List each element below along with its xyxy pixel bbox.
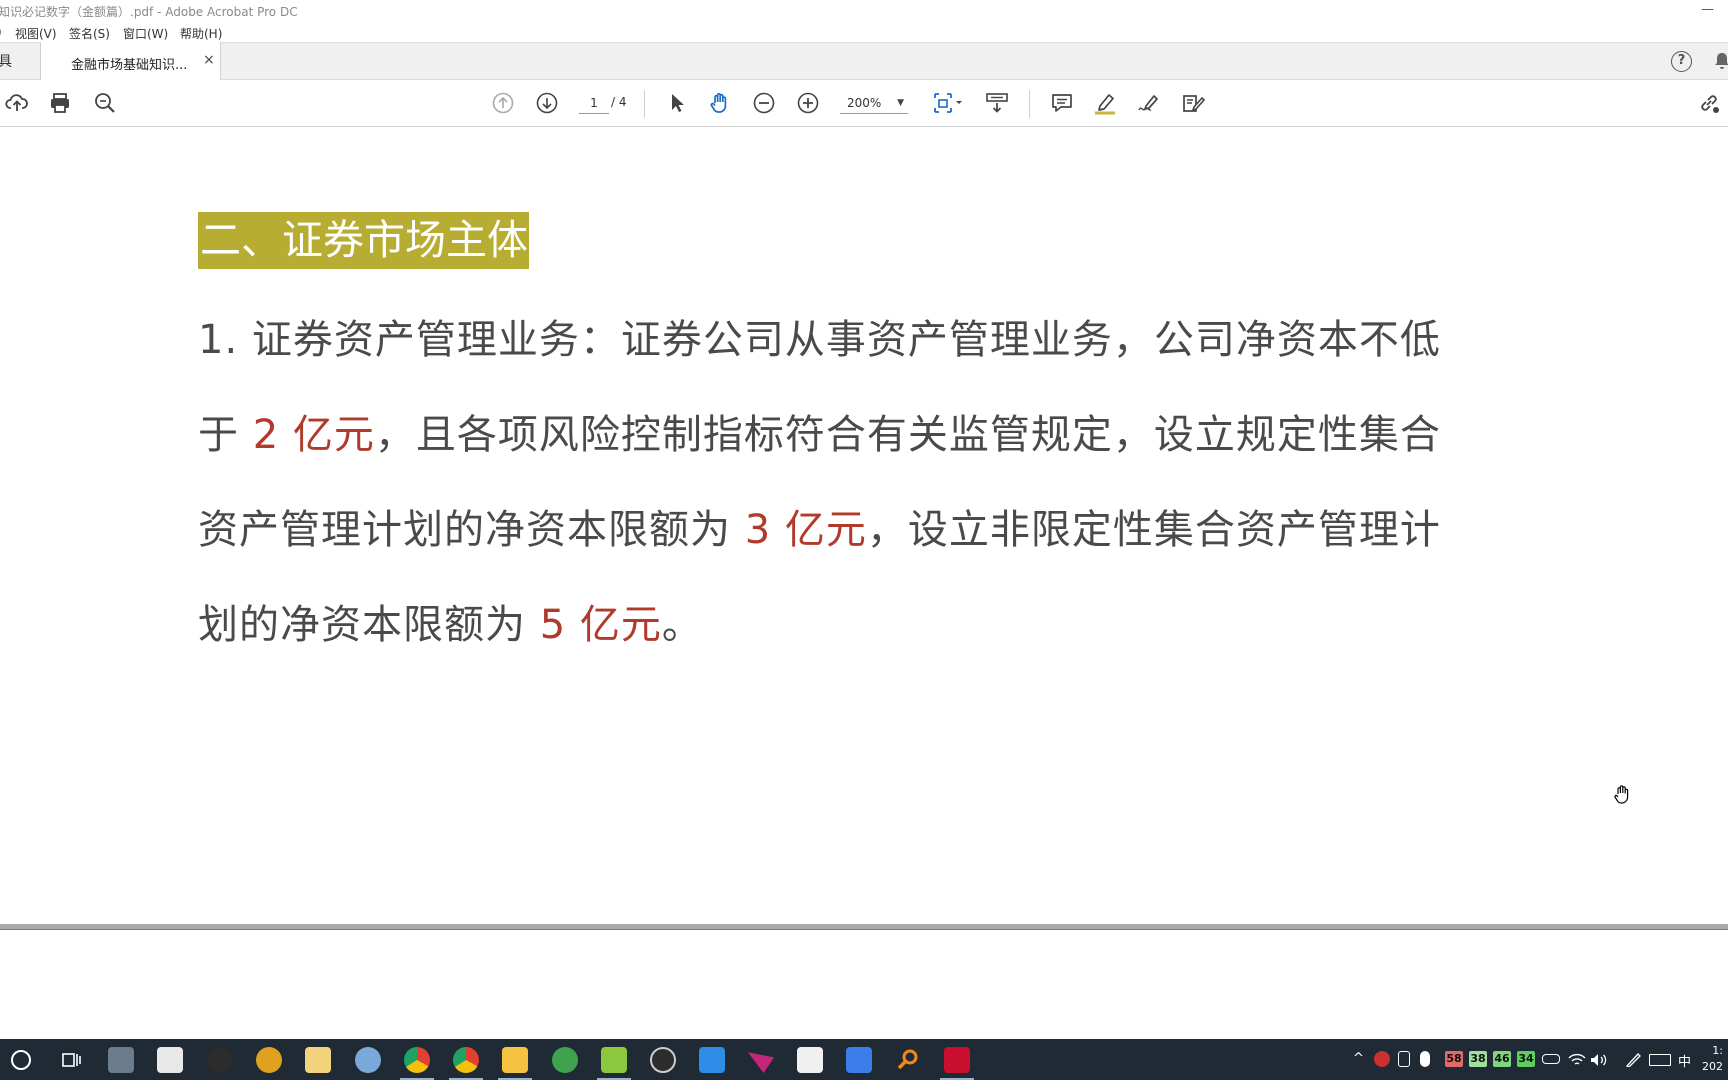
title-bar: 知识必记数字（金额篇）.pdf - Adobe Acrobat Pro DC — [0,0,1728,22]
clock-time: 1: [1712,1044,1723,1057]
flag-app-icon[interactable] [748,1052,774,1073]
paragraph-line-2: 于 2 亿元，且各项风险控制指标符合有关监管规定，设立规定性集合 [198,402,1441,460]
windows-taskbar: ^ 58 38 46 34 中 1: 202 [0,1039,1728,1080]
menu-bar: ) 视图(V) 签名(S) 窗口(W) 帮助(H) [0,22,1728,42]
usb-icon[interactable] [1398,1051,1410,1067]
battery-icon[interactable] [1542,1054,1560,1064]
search-tool-icon[interactable] [305,1047,331,1073]
paragraph-text: 1. 证券资产管理业务：证券公司从事资产管理业务，公司净资本不低 [198,317,1441,363]
keyboard-icon[interactable] [1649,1054,1671,1066]
chrome-icon[interactable] [400,1047,434,1080]
select-arrow-icon[interactable] [664,90,690,116]
highlight-pen-icon[interactable] [1092,90,1118,116]
share-link-icon[interactable] [1696,90,1722,116]
clock-date: 202 [1702,1060,1723,1073]
volume-icon[interactable] [1590,1052,1608,1066]
menu-sign[interactable]: 签名(S) [69,25,110,42]
search-app-icon[interactable] [895,1047,921,1073]
tray-app-icon[interactable] [1374,1051,1390,1067]
hand-cursor-icon [1613,784,1633,810]
scroll-mode-icon[interactable] [984,90,1010,116]
zoom-out-icon[interactable] [751,90,777,116]
comment-icon[interactable] [1049,90,1075,116]
tab-bar: 具 金融市场基础知识... × ? [0,42,1728,81]
page-number-input[interactable]: 1 [579,92,609,114]
fit-page-icon[interactable] [929,90,965,116]
search-zoom-icon[interactable] [92,90,118,116]
tray-badge-58: 58 [1445,1051,1463,1067]
tab-document[interactable]: 金融市场基础知识... × [41,42,221,81]
paragraph-line-4: 划的净资本限额为 5 亿元。 [198,592,703,650]
page-total: / 4 [611,95,627,109]
next-page-area [0,930,1728,1039]
sign-pen-icon[interactable] [1136,90,1162,116]
paragraph-text: ，且各项风险控制指标符合有关监管规定，设立规定性集合 [374,412,1441,458]
upload-cloud-icon[interactable] [4,90,30,116]
paint-icon[interactable] [355,1047,381,1073]
window-title: 知识必记数字（金额篇）.pdf - Adobe Acrobat Pro DC [0,5,298,19]
notepad-plus-icon[interactable] [597,1047,631,1080]
paragraph-text: 。 [661,602,703,648]
menu-edge-fragment: ) [0,25,2,39]
highlighted-amount: 3 亿元 [744,507,867,553]
system-clock[interactable]: 1: 202 [1702,1043,1723,1075]
microphone-icon[interactable] [1420,1051,1430,1067]
pen-ink-icon[interactable] [1624,1052,1642,1068]
folder-icon[interactable] [498,1047,532,1080]
task-view-icon[interactable] [59,1047,85,1073]
menu-help[interactable]: 帮助(H) [180,25,222,42]
toolbar-divider [644,90,645,118]
minimize-button[interactable]: — [1701,2,1714,17]
media-player-icon[interactable] [256,1047,282,1073]
paragraph-text: 资产管理计划的净资本限额为 [198,507,745,553]
baidu-netdisk-icon[interactable] [797,1047,823,1073]
tray-badge-38: 38 [1469,1051,1487,1067]
hand-tool-icon[interactable] [707,90,733,116]
file-manager-icon[interactable] [108,1047,134,1073]
tray-badge-46: 46 [1493,1051,1511,1067]
tray-badge-34: 34 [1517,1051,1535,1067]
help-icon[interactable]: ? [1671,51,1692,72]
wifi-icon[interactable] [1568,1052,1586,1066]
print-icon[interactable] [47,90,73,116]
tab-document-label: 金融市场基础知识... [71,58,188,73]
previous-page-icon[interactable] [490,90,516,116]
tab-close-button[interactable]: × [203,52,215,68]
fill-sign-icon[interactable] [1180,90,1206,116]
main-toolbar: 1 / 4 200% ▼ [0,80,1728,127]
menu-window[interactable]: 窗口(W) [123,25,168,42]
paragraph-text: 于 [198,412,253,458]
next-page-icon[interactable] [534,90,560,116]
menu-view[interactable]: 视图(V) [15,25,57,42]
obs-icon[interactable] [207,1047,233,1073]
notification-bell-icon[interactable] [1714,51,1728,75]
wps-icon[interactable] [699,1047,725,1073]
feishu-icon[interactable] [846,1047,872,1073]
tray-chevron-icon[interactable]: ^ [1353,1051,1364,1066]
paragraph-text: 划的净资本限额为 [198,602,540,648]
cortana-icon[interactable] [11,1050,31,1070]
paragraph-line-1: 1. 证券资产管理业务：证券公司从事资产管理业务，公司净资本不低 [198,307,1441,365]
obs-icon[interactable] [650,1047,676,1073]
chrome-icon[interactable] [449,1047,483,1080]
zoom-in-icon[interactable] [795,90,821,116]
acrobat-icon[interactable] [940,1047,974,1080]
highlighted-amount: 5 亿元 [539,602,662,648]
zoom-level-select[interactable]: 200% ▼ [840,92,908,114]
section-heading: 二、证券市场主体 [198,212,529,269]
paragraph-text: ，设立非限定性集合资产管理计 [866,507,1441,553]
maps-icon[interactable] [552,1047,578,1073]
notepad-icon[interactable] [157,1047,183,1073]
toolbar-divider [1029,90,1030,118]
zoom-level-value: 200% [847,96,882,110]
highlighted-amount: 2 亿元 [252,412,375,458]
ime-indicator[interactable]: 中 [1678,1051,1691,1070]
paragraph-line-3: 资产管理计划的净资本限额为 3 亿元，设立非限定性集合资产管理计 [198,497,1441,555]
tab-tools[interactable]: 具 [0,51,12,71]
chevron-down-icon: ▼ [897,98,904,108]
